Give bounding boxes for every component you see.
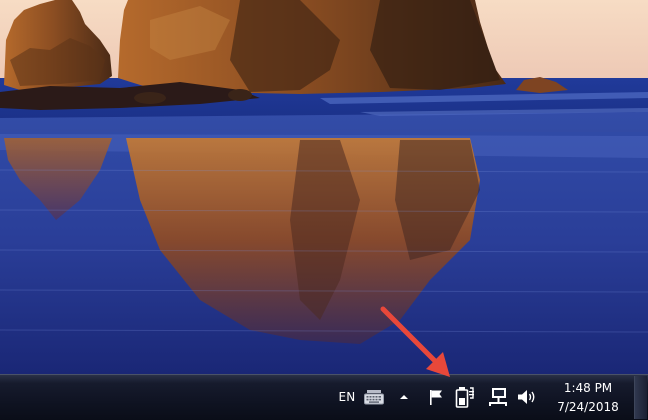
flag-icon[interactable] — [424, 383, 448, 411]
desktop-wallpaper — [0, 0, 648, 374]
chevron-up-icon[interactable] — [396, 383, 412, 411]
desktop[interactable] — [0, 0, 648, 374]
keyboard-icon[interactable] — [362, 383, 386, 411]
system-clock[interactable]: 1:48 PM 7/24/2018 — [548, 377, 628, 419]
speaker-icon[interactable] — [514, 383, 540, 411]
clock-date: 7/24/2018 — [557, 400, 619, 414]
show-desktop-button[interactable] — [634, 376, 647, 419]
clock-time: 1:48 PM — [563, 381, 613, 395]
battery-icon[interactable] — [453, 383, 477, 411]
language-indicator[interactable]: EN — [334, 383, 360, 411]
taskbar[interactable]: EN 1:48 PM 7/24/2018 — [0, 374, 648, 420]
network-icon[interactable] — [486, 383, 510, 411]
